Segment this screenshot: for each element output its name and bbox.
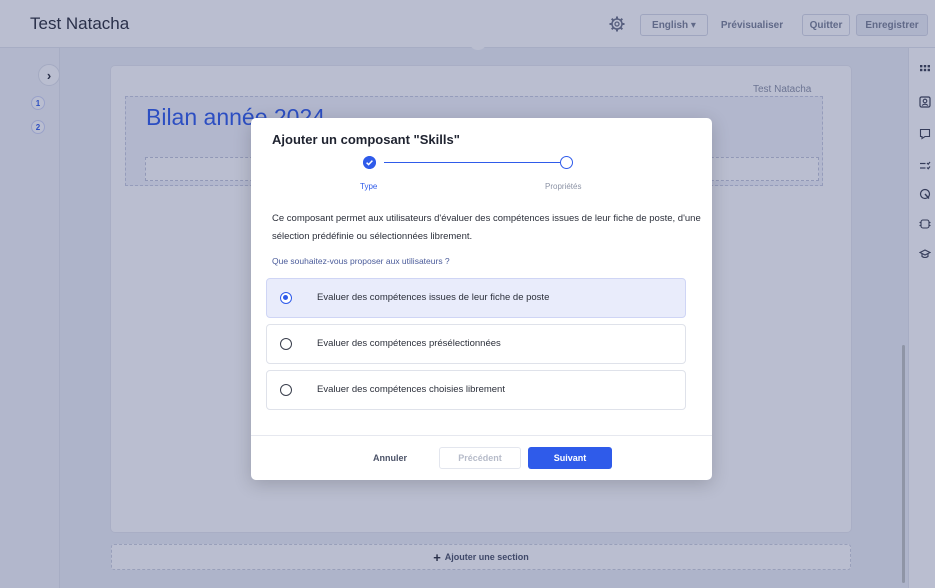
radio-button[interactable] bbox=[280, 338, 292, 350]
step-label-type: Type bbox=[360, 182, 378, 191]
page-scrollbar[interactable] bbox=[902, 345, 905, 583]
check-circle-icon bbox=[363, 156, 376, 169]
stepper-line bbox=[384, 162, 560, 163]
step-label-properties: Propriétés bbox=[545, 182, 582, 191]
step-pending-circle bbox=[560, 156, 573, 169]
option-label: Evaluer des compétences choisies libreme… bbox=[317, 384, 505, 395]
next-button[interactable]: Suivant bbox=[528, 447, 612, 469]
option-preselected-skills[interactable]: Evaluer des compétences présélectionnées bbox=[266, 324, 686, 364]
option-free-choice-skills[interactable]: Evaluer des compétences choisies libreme… bbox=[266, 370, 686, 410]
modal-question: Que souhaitez-vous proposer aux utilisat… bbox=[272, 256, 450, 266]
modal-title: Ajouter un composant "Skills" bbox=[272, 132, 460, 147]
add-component-modal: Ajouter un composant "Skills" Type Propr… bbox=[251, 118, 712, 480]
radio-button[interactable] bbox=[280, 384, 292, 396]
cancel-button[interactable]: Annuler bbox=[361, 447, 419, 469]
option-label: Evaluer des compétences issues de leur f… bbox=[317, 292, 550, 303]
modal-description: Ce composant permet aux utilisateurs d'é… bbox=[272, 213, 701, 242]
previous-button[interactable]: Précédent bbox=[439, 447, 521, 469]
radio-button[interactable] bbox=[280, 292, 292, 304]
modal-divider bbox=[251, 435, 712, 436]
option-label: Evaluer des compétences présélectionnées bbox=[317, 338, 501, 349]
option-job-sheet-skills[interactable]: Evaluer des compétences issues de leur f… bbox=[266, 278, 686, 318]
